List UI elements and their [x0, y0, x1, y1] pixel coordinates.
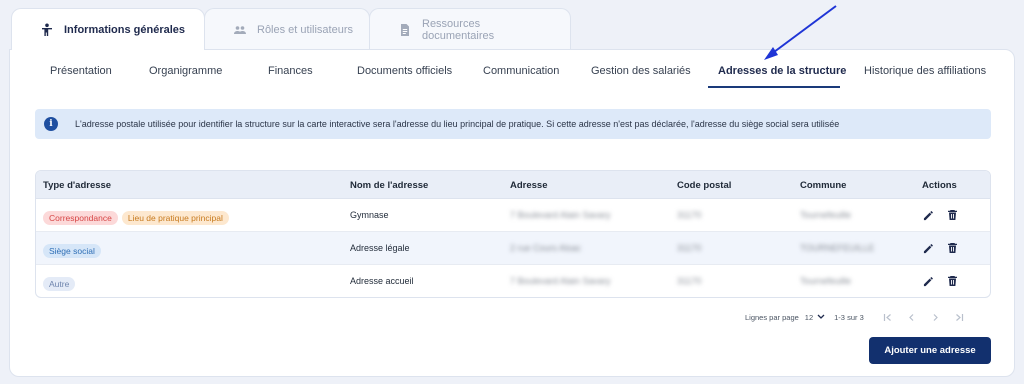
- edit-icon[interactable]: [922, 275, 934, 287]
- delete-icon[interactable]: [946, 209, 958, 221]
- type-chips: Correspondance Lieu de pratique principal: [43, 208, 233, 226]
- col-actions: Actions: [922, 180, 957, 191]
- subtab-finances[interactable]: Finances: [268, 65, 313, 77]
- subtab-communication[interactable]: Communication: [483, 65, 559, 77]
- top-tabs: Informations générales Rôles et utilisat…: [11, 8, 571, 50]
- tab-roles-utilisateurs[interactable]: Rôles et utilisateurs: [204, 8, 370, 50]
- row-actions: [922, 242, 958, 254]
- edit-icon[interactable]: [922, 242, 934, 254]
- type-chips: Siège social: [43, 241, 105, 259]
- tab-informations-generales[interactable]: Informations générales: [11, 8, 205, 50]
- add-address-button[interactable]: Ajouter une adresse: [869, 337, 991, 364]
- col-adresse: Adresse: [510, 180, 548, 191]
- table-row: Autre Adresse accueil 7 Boulevard Alain …: [36, 265, 990, 297]
- subtab-gestion-salaries[interactable]: Gestion des salariés: [591, 65, 691, 77]
- cell-postal: 31170: [677, 276, 702, 286]
- sub-tabs: Présentation Organigramme Finances Docum…: [10, 50, 1014, 88]
- type-chips: Autre: [43, 274, 79, 292]
- cell-city: Tournefeuille: [800, 210, 852, 220]
- cell-city: TOURNEFEUILLE: [800, 243, 875, 253]
- page-range: 1-3 sur 3: [834, 312, 864, 322]
- table-row: Siège social Adresse légale 2 rue Cours …: [36, 232, 990, 265]
- col-code-postal: Code postal: [677, 180, 732, 191]
- chevron-down-icon[interactable]: [817, 313, 825, 322]
- cell-address: 7 Boulevard Alain Savary: [510, 210, 611, 220]
- col-commune: Commune: [800, 180, 847, 191]
- subtab-presentation[interactable]: Présentation: [50, 65, 112, 77]
- table-row: Correspondance Lieu de pratique principal…: [36, 199, 990, 232]
- person-icon: [40, 23, 54, 37]
- delete-icon[interactable]: [946, 242, 958, 254]
- cell-city: Tournefeuille: [800, 276, 852, 286]
- group-icon: [233, 23, 247, 37]
- subtab-documents-officiels[interactable]: Documents officiels: [357, 65, 452, 77]
- delete-icon[interactable]: [946, 275, 958, 287]
- active-tab-indicator: [708, 86, 840, 88]
- col-nom-adresse: Nom de l'adresse: [350, 180, 429, 191]
- tab-label: Ressources documentaires: [422, 17, 495, 42]
- chip-siege-social: Siège social: [43, 244, 101, 258]
- cell-postal: 31170: [677, 243, 702, 253]
- cell-postal: 31170: [677, 210, 702, 220]
- cell-name: Gymnase: [350, 210, 389, 220]
- row-actions: [922, 209, 958, 221]
- last-page-icon[interactable]: [955, 312, 965, 322]
- main-card: Présentation Organigramme Finances Docum…: [9, 49, 1015, 377]
- subtab-organigramme[interactable]: Organigramme: [149, 65, 222, 77]
- pagination: Lignes par page 12 1-3 sur 3: [745, 312, 965, 322]
- tab-ressources-documentaires[interactable]: Ressources documentaires: [369, 8, 571, 50]
- addresses-table: Type d'adresse Nom de l'adresse Adresse …: [35, 170, 991, 298]
- subtab-historique-affiliations[interactable]: Historique des affiliations: [864, 65, 986, 77]
- tab-label: Informations générales: [64, 23, 186, 36]
- cell-address: 2 rue Cours Alsac: [510, 243, 582, 253]
- prev-page-icon[interactable]: [907, 312, 917, 322]
- tab-label: Rôles et utilisateurs: [257, 23, 353, 36]
- cell-name: Adresse légale: [350, 243, 410, 253]
- document-icon: [398, 23, 412, 37]
- first-page-icon[interactable]: [883, 312, 893, 322]
- chip-correspondance: Correspondance: [43, 211, 118, 225]
- col-type-adresse: Type d'adresse: [43, 180, 112, 191]
- info-icon: i: [44, 117, 58, 131]
- info-text: L'adresse postale utilisée pour identifi…: [75, 119, 840, 129]
- cell-name: Adresse accueil: [350, 276, 414, 286]
- table-header: Type d'adresse Nom de l'adresse Adresse …: [36, 171, 990, 199]
- subtab-adresses-structure[interactable]: Adresses de la structure: [718, 65, 846, 77]
- rows-per-page-label: Lignes par page: [745, 312, 799, 322]
- rows-per-page-select[interactable]: 12: [805, 313, 813, 322]
- cell-address: 7 Boulevard Alain Savary: [510, 276, 611, 286]
- chip-autre: Autre: [43, 277, 76, 291]
- next-page-icon[interactable]: [931, 312, 941, 322]
- row-actions: [922, 275, 958, 287]
- page-nav: [883, 312, 965, 322]
- chip-lieu-pratique: Lieu de pratique principal: [121, 211, 229, 225]
- edit-icon[interactable]: [922, 209, 934, 221]
- info-banner: i L'adresse postale utilisée pour identi…: [35, 109, 991, 139]
